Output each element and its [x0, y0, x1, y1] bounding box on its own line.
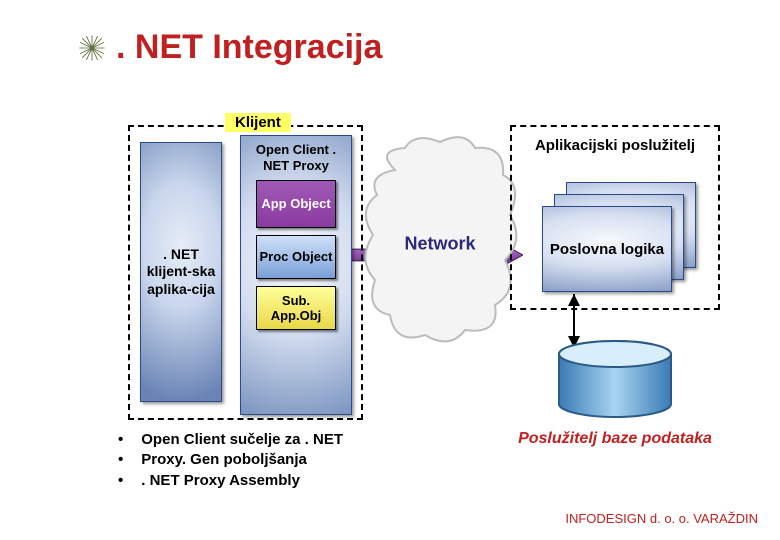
- proxy-title: Open Client . NET Proxy: [247, 142, 345, 173]
- diagram: Network Klijent . NET klijent-ska aplika…: [110, 120, 710, 430]
- list-item: • . NET Proxy Assembly: [118, 471, 343, 491]
- proxy-column: Open Client . NET Proxy App Object Proc …: [240, 135, 352, 415]
- client-label: Klijent: [225, 113, 291, 132]
- sub-app-obj-box: Sub. App.Obj: [256, 286, 336, 330]
- bullet-icon: •: [118, 430, 123, 450]
- footer-text: INFODESIGN d. o. o. VARAŽDIN: [565, 511, 758, 526]
- net-client-app: . NET klijent-ska aplika-cija: [140, 142, 222, 402]
- bullet-icon: •: [118, 450, 123, 470]
- stack-card-front: Poslovna logika: [542, 206, 672, 292]
- database-label: Poslužitelj baze podataka: [465, 430, 765, 448]
- proc-object-box: Proc Object: [256, 235, 336, 279]
- page-title: . NET Integracija: [116, 28, 382, 67]
- bullet-text: Proxy. Gen poboljšanja: [141, 450, 307, 470]
- bullet-text: . NET Proxy Assembly: [141, 471, 300, 491]
- bullet-text: Open Client sučelje za . NET: [141, 430, 343, 450]
- server-title: Aplikacijski poslužitelj: [535, 137, 695, 154]
- bullet-icon: •: [118, 471, 123, 491]
- list-item: • Proxy. Gen poboljšanja: [118, 450, 343, 470]
- app-object-box: App Object: [256, 180, 336, 228]
- network-cloud: Network: [355, 130, 525, 350]
- database-icon: [555, 340, 675, 420]
- burst-icon: [78, 34, 106, 62]
- client-box: Klijent . NET klijent-ska aplika-cija Op…: [128, 125, 363, 420]
- title-row: . NET Integracija: [0, 0, 780, 67]
- network-label: Network: [404, 234, 475, 255]
- server-box: Aplikacijski poslužitelj Poslovna logika: [510, 125, 720, 310]
- list-item: • Open Client sučelje za . NET: [118, 430, 343, 450]
- bullet-list: • Open Client sučelje za . NET • Proxy. Ge…: [118, 430, 343, 491]
- business-logic-stack: Poslovna logika: [542, 182, 702, 292]
